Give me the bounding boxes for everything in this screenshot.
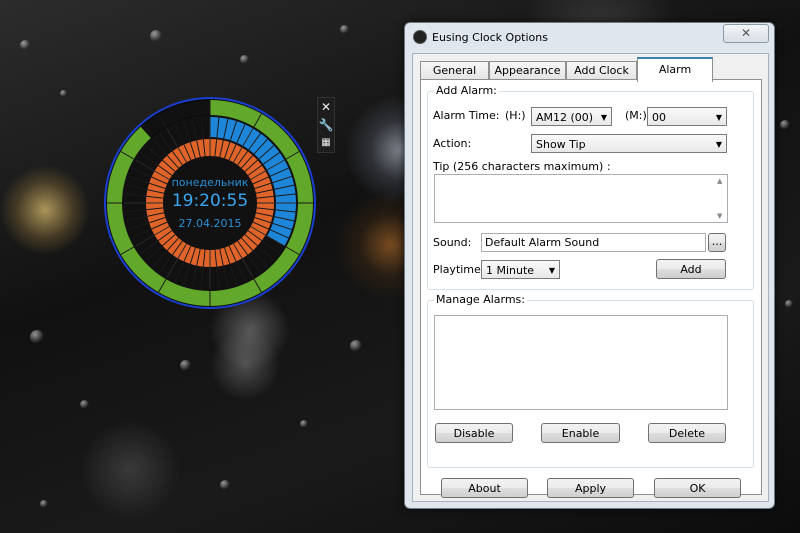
scroll-down-icon: ▼ bbox=[717, 212, 723, 220]
minute-label: (M:) bbox=[625, 109, 647, 122]
raindrop bbox=[80, 400, 89, 409]
raindrop bbox=[350, 340, 362, 352]
sound-field[interactable]: Default Alarm Sound bbox=[481, 233, 706, 252]
chevron-down-icon: ▼ bbox=[715, 113, 722, 122]
alarm-time-label: Alarm Time: bbox=[433, 109, 500, 122]
dialog-client: General Appearance Add Clock Alarm Add A… bbox=[412, 53, 769, 502]
apply-button[interactable]: Apply bbox=[547, 478, 634, 498]
disable-button[interactable]: Disable bbox=[435, 423, 513, 443]
enable-button[interactable]: Enable bbox=[541, 423, 620, 443]
raindrop bbox=[150, 30, 162, 42]
raindrop bbox=[240, 55, 249, 64]
raindrop bbox=[40, 500, 48, 508]
sound-label: Sound: bbox=[433, 236, 472, 249]
clock-day: понедельник bbox=[171, 176, 249, 189]
clock-toolbar: ✕ 🔧 ▦ bbox=[317, 97, 335, 153]
tip-label: Tip (256 characters maximum) : bbox=[433, 160, 611, 173]
chevron-down-icon: ▼ bbox=[600, 113, 607, 122]
hour-select[interactable]: AM12 (00) ▼ bbox=[531, 107, 612, 126]
alarms-list[interactable] bbox=[434, 315, 728, 410]
wrench-icon[interactable]: 🔧 bbox=[318, 116, 334, 134]
clock-widget[interactable]: понедельник 19:20:55 27.04.2015 bbox=[103, 96, 317, 310]
tab-appearance[interactable]: Appearance bbox=[489, 61, 566, 80]
raindrop bbox=[180, 360, 191, 371]
raindrop bbox=[300, 420, 308, 428]
clock-app-icon bbox=[413, 30, 427, 44]
close-icon[interactable]: ✕ bbox=[318, 98, 334, 116]
title-bar[interactable]: Eusing Clock Options ✕ bbox=[405, 23, 774, 51]
playtime-value: 1 Minute bbox=[486, 264, 535, 277]
raindrop bbox=[20, 40, 30, 50]
tip-scrollbar[interactable]: ▲ ▼ bbox=[714, 175, 727, 222]
close-button[interactable]: ✕ bbox=[723, 24, 769, 43]
playtime-select[interactable]: 1 Minute ▼ bbox=[481, 260, 560, 279]
playtime-label: Playtime: bbox=[433, 263, 485, 276]
hour-label: (H:) bbox=[505, 109, 526, 122]
action-value: Show Tip bbox=[536, 138, 586, 151]
raindrop bbox=[340, 25, 349, 34]
window-title: Eusing Clock Options bbox=[432, 31, 548, 44]
grid-icon[interactable]: ▦ bbox=[318, 134, 334, 152]
about-button[interactable]: About bbox=[441, 478, 528, 498]
manage-alarms-group-title: Manage Alarms: bbox=[434, 293, 527, 306]
chevron-down-icon: ▼ bbox=[715, 140, 722, 149]
minute-select[interactable]: 00 ▼ bbox=[647, 107, 727, 126]
hour-value: AM12 (00) bbox=[536, 111, 594, 124]
minute-value: 00 bbox=[652, 111, 666, 124]
add-alarm-button[interactable]: Add bbox=[656, 259, 726, 279]
ok-button[interactable]: OK bbox=[654, 478, 741, 498]
clock-time: 19:20:55 bbox=[171, 191, 249, 211]
action-select[interactable]: Show Tip ▼ bbox=[531, 134, 727, 153]
tab-general[interactable]: General bbox=[420, 61, 489, 80]
alarm-panel: Add Alarm: Alarm Time: (H:) AM12 (00) ▼ … bbox=[420, 79, 762, 495]
manage-alarms-group: Manage Alarms: Disable Enable Delete bbox=[427, 293, 754, 468]
tab-add-clock[interactable]: Add Clock bbox=[566, 61, 637, 80]
clock-date: 27.04.2015 bbox=[178, 217, 242, 230]
tip-textarea[interactable]: ▲ ▼ bbox=[434, 174, 728, 223]
raindrop bbox=[60, 90, 67, 97]
scroll-up-icon: ▲ bbox=[717, 177, 723, 185]
action-label: Action: bbox=[433, 137, 472, 150]
raindrop bbox=[30, 330, 44, 344]
options-dialog: Eusing Clock Options ✕ General Appearanc… bbox=[404, 22, 775, 509]
chevron-down-icon: ▼ bbox=[548, 266, 555, 275]
raindrop bbox=[785, 300, 793, 308]
browse-sound-button[interactable]: ... bbox=[708, 233, 726, 252]
tab-alarm[interactable]: Alarm bbox=[637, 57, 713, 82]
raindrop bbox=[780, 120, 790, 130]
delete-button[interactable]: Delete bbox=[648, 423, 726, 443]
raindrop bbox=[220, 480, 230, 490]
add-alarm-group-title: Add Alarm: bbox=[434, 84, 499, 97]
add-alarm-group: Add Alarm: Alarm Time: (H:) AM12 (00) ▼ … bbox=[427, 84, 754, 290]
